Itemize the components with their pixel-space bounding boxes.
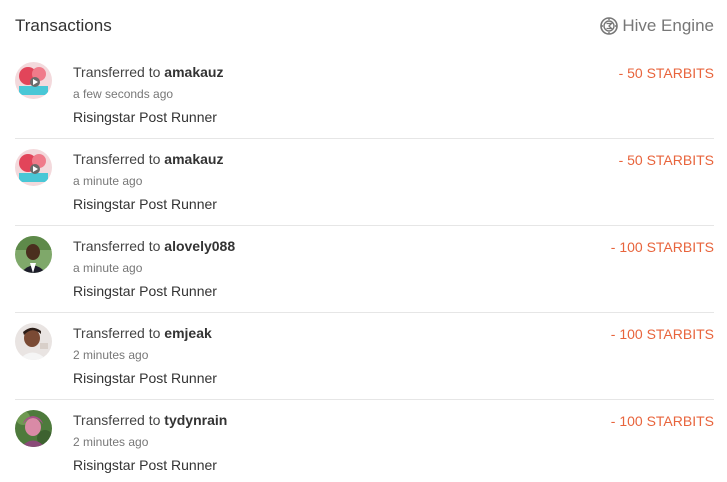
transaction-amount: - 100 STARBITS: [610, 413, 714, 429]
transaction-row: Transferred to tydynrain 2 minutes ago R…: [15, 400, 714, 482]
transaction-row: Transferred to amakauz a minute ago Risi…: [15, 139, 714, 226]
transfer-description: Transferred to emjeak: [73, 325, 212, 341]
page-title: Transactions: [15, 16, 112, 35]
transaction-time: a few seconds ago: [73, 87, 174, 101]
transaction-memo: Risingstar Post Runner: [73, 457, 217, 473]
transaction-memo: Risingstar Post Runner: [73, 196, 217, 212]
recipient-link[interactable]: amakauz: [164, 64, 223, 80]
transfer-prefix: Transferred to: [73, 325, 161, 341]
transactions-header: Transactions Hive Engine: [15, 14, 714, 40]
transaction-memo: Risingstar Post Runner: [73, 370, 217, 386]
transaction-memo: Risingstar Post Runner: [73, 283, 217, 299]
transaction-memo: Risingstar Post Runner: [73, 109, 217, 125]
transaction-amount: - 50 STARBITS: [618, 65, 714, 81]
avatar-amakauz[interactable]: [15, 149, 52, 186]
transaction-row: Transferred to alovely088 a minute ago R…: [15, 226, 714, 313]
transaction-amount: - 100 STARBITS: [610, 239, 714, 255]
transfer-description: Transferred to amakauz: [73, 151, 223, 167]
transaction-time: 2 minutes ago: [73, 348, 149, 362]
transfer-prefix: Transferred to: [73, 64, 161, 80]
recipient-link[interactable]: amakauz: [164, 151, 223, 167]
transaction-amount: - 50 STARBITS: [618, 152, 714, 168]
transfer-prefix: Transferred to: [73, 238, 161, 254]
transaction-time: a minute ago: [73, 261, 143, 275]
hive-engine-link[interactable]: Hive Engine: [600, 16, 714, 36]
transfer-description: Transferred to alovely088: [73, 238, 235, 254]
avatar-tydynrain[interactable]: [15, 410, 52, 447]
transaction-row: Transferred to emjeak 2 minutes ago Risi…: [15, 313, 714, 400]
avatar-alovely088[interactable]: [15, 236, 52, 273]
transfer-prefix: Transferred to: [73, 151, 161, 167]
transaction-row: Transferred to amakauz a few seconds ago…: [15, 52, 714, 139]
hive-engine-icon: [600, 17, 619, 35]
transaction-time: a minute ago: [73, 174, 143, 188]
hive-engine-label: Hive Engine: [622, 16, 714, 35]
transaction-amount: - 100 STARBITS: [610, 326, 714, 342]
avatar-amakauz[interactable]: [15, 62, 52, 99]
recipient-link[interactable]: tydynrain: [164, 412, 227, 428]
transfer-description: Transferred to tydynrain: [73, 412, 227, 428]
transaction-time: 2 minutes ago: [73, 435, 149, 449]
transfer-prefix: Transferred to: [73, 412, 161, 428]
recipient-link[interactable]: emjeak: [164, 325, 211, 341]
recipient-link[interactable]: alovely088: [164, 238, 235, 254]
transfer-description: Transferred to amakauz: [73, 64, 223, 80]
transaction-list: Transferred to amakauz a few seconds ago…: [15, 52, 714, 482]
avatar-emjeak[interactable]: [15, 323, 52, 360]
